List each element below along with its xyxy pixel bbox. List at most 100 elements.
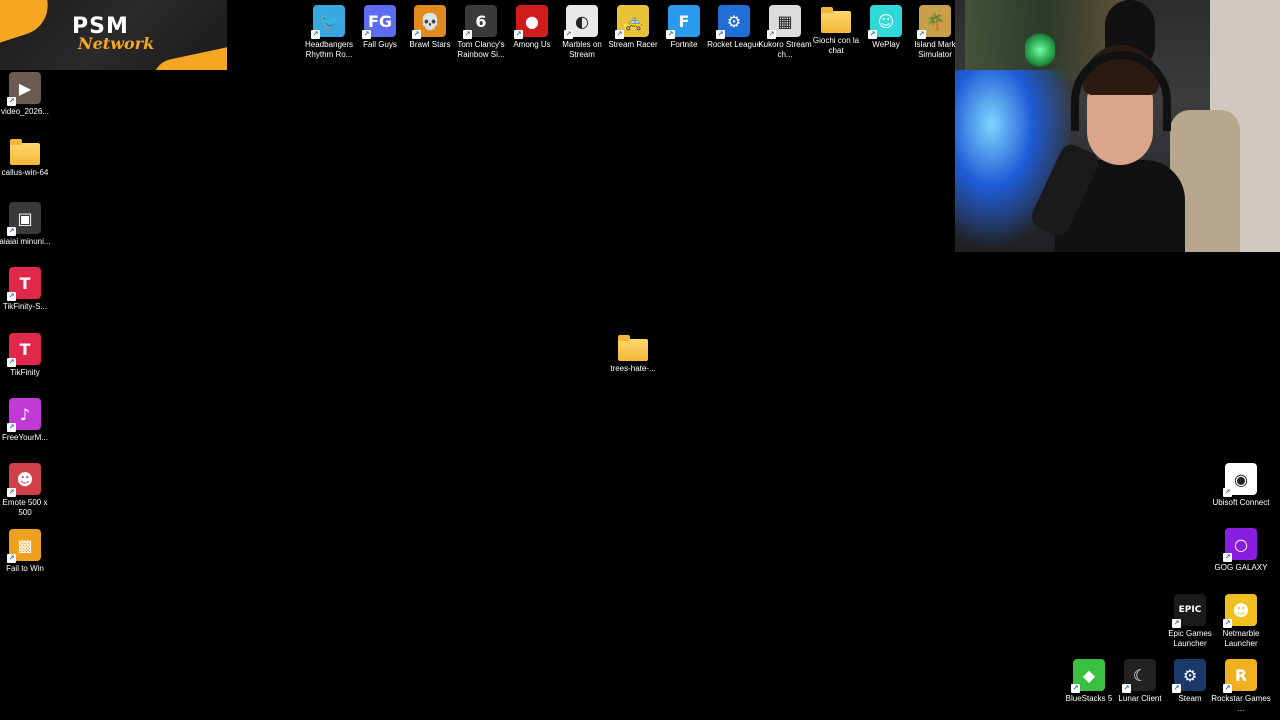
shortcut-label: Rockstar Games ...	[1211, 694, 1271, 713]
orange-splash	[0, 0, 56, 44]
fail-to-win-icon: ▩ ↗	[7, 529, 41, 563]
shortcut-arrow-icon: ↗	[1223, 619, 1232, 628]
green-light	[1025, 30, 1055, 70]
shortcut-arrow-icon: ↗	[7, 227, 16, 236]
island-market-icon: 🌴 ↗	[917, 5, 951, 39]
shortcut-arrow-icon: ↗	[7, 554, 16, 563]
desktop-shortcut[interactable]: ☻ ↗ Emote 500 x 500	[0, 463, 50, 518]
among-us-icon: ● ↗	[514, 5, 548, 39]
desktop-shortcut[interactable]: 🌴 ↗ Island Mark Simulator	[910, 5, 960, 60]
desktop-shortcut[interactable]: ⚙ ↗ Rocket League	[707, 5, 761, 50]
shortcut-arrow-icon: ↗	[716, 30, 725, 39]
desktop-shortcut[interactable]: EPIC ↗ Epic Games Launcher	[1165, 594, 1215, 649]
folder-icon	[10, 139, 40, 165]
shortcut-arrow-icon: ↗	[311, 30, 320, 39]
desktop-shortcut[interactable]: ○ ↗ GOG GALAXY	[1215, 528, 1267, 573]
desktop-shortcut[interactable]: ▦ ↗ Kukoro Stream ch...	[758, 5, 812, 60]
shortcut-arrow-icon: ↗	[7, 97, 16, 106]
emote-image-icon: ☻ ↗	[7, 463, 41, 497]
desktop-shortcut[interactable]: ♪ ↗ FreeYourM...	[0, 398, 50, 443]
shortcut-arrow-icon: ↗	[1122, 684, 1131, 693]
shortcut-label: Netmarble Launcher	[1222, 629, 1260, 648]
desktop-shortcut[interactable]: 🚕 ↗ Stream Racer	[608, 5, 658, 50]
desktop-shortcut[interactable]: T ↗ TikFinity-S...	[0, 267, 50, 312]
shortcut-label: trees-hate-...	[610, 364, 656, 373]
desktop-shortcut[interactable]: 🐦 ↗ Headbangers Rhythm Ro...	[304, 5, 354, 60]
shortcut-arrow-icon: ↗	[1071, 684, 1080, 693]
shortcut-arrow-icon: ↗	[564, 30, 573, 39]
shortcut-label: callus-win-64	[1, 168, 49, 177]
shortcut-arrow-icon: ↗	[412, 30, 421, 39]
epic-games-icon: EPIC ↗	[1172, 594, 1206, 628]
desktop-shortcut[interactable]: ● ↗ Among Us	[507, 5, 557, 50]
brawl-stars-icon: 💀 ↗	[412, 5, 446, 39]
shortcut-label: Emote 500 x 500	[2, 498, 48, 517]
stream-logo-overlay: PSM Network	[0, 0, 227, 70]
shortcut-arrow-icon: ↗	[362, 30, 371, 39]
image-file-icon: ▣ ↗	[7, 202, 41, 236]
fortnite-icon: F ↗	[666, 5, 700, 39]
shortcut-label: TikFinity	[10, 368, 40, 377]
shortcut-arrow-icon: ↗	[514, 30, 523, 39]
desktop-shortcut[interactable]: 6 ↗ Tom Clancy's Rainbow Si...	[456, 5, 506, 60]
stream-racer-icon: 🚕 ↗	[615, 5, 649, 39]
desktop-shortcut[interactable]: ⚙ ↗ Steam	[1165, 659, 1215, 704]
shortcut-label: Ubisoft Connect	[1212, 498, 1270, 507]
shortcut-arrow-icon: ↗	[1223, 553, 1232, 562]
video-file-icon: ▶ ↗	[7, 72, 41, 106]
shortcut-arrow-icon: ↗	[615, 30, 624, 39]
shortcut-arrow-icon: ↗	[7, 423, 16, 432]
shortcut-arrow-icon: ↗	[1172, 619, 1181, 628]
desktop-shortcut[interactable]: Giochi con la chat	[811, 5, 861, 56]
rocket-league-icon: ⚙ ↗	[716, 5, 750, 39]
desktop-shortcut[interactable]: ☻ ↗ Netmarble Launcher	[1216, 594, 1266, 649]
kukoro-icon: ▦ ↗	[767, 5, 801, 39]
shortcut-arrow-icon: ↗	[463, 30, 472, 39]
shortcut-arrow-icon: ↗	[1223, 488, 1232, 497]
desktop-shortcut[interactable]: ◉ ↗ Ubisoft Connect	[1213, 463, 1269, 508]
rockstar-icon: R ↗	[1223, 659, 1257, 693]
shortcut-arrow-icon: ↗	[7, 292, 16, 301]
shortcut-label: aiaiai minuni...	[0, 237, 51, 246]
tikfinity-icon: T ↗	[7, 333, 41, 367]
shortcut-arrow-icon: ↗	[1172, 684, 1181, 693]
desktop-shortcut[interactable]: ◐ ↗ Marbles on Stream	[557, 5, 607, 60]
orange-splash	[150, 44, 227, 70]
desktop-shortcut[interactable]: F ↗ Fortnite	[659, 5, 709, 50]
weplay-icon: ☺ ↗	[868, 5, 902, 39]
desktop-shortcut[interactable]: ☾ ↗ Lunar Client	[1115, 659, 1165, 704]
headbangers-icon: 🐦 ↗	[311, 5, 345, 39]
shortcut-label: video_2026...	[0, 107, 50, 116]
shortcut-arrow-icon: ↗	[1223, 684, 1232, 693]
folder-icon	[821, 7, 851, 33]
desktop-shortcut[interactable]: R ↗ Rockstar Games ...	[1211, 659, 1271, 714]
shortcut-label: Island Mark Simulator	[914, 40, 956, 59]
desktop-shortcut[interactable]: callus-win-64	[0, 137, 50, 178]
tikfinity-icon: T ↗	[7, 267, 41, 301]
shortcut-arrow-icon: ↗	[868, 30, 877, 39]
desktop-shortcut[interactable]: 💀 ↗ Brawl Stars	[405, 5, 455, 50]
shortcut-label: Fail to Win	[6, 564, 44, 573]
folder-icon	[618, 335, 648, 361]
freeyourmusic-icon: ♪ ↗	[7, 398, 41, 432]
shortcut-arrow-icon: ↗	[767, 30, 776, 39]
logo-sub-text: Network	[78, 34, 155, 53]
shortcut-arrow-icon: ↗	[7, 358, 16, 367]
shortcut-arrow-icon: ↗	[917, 30, 926, 39]
rainbow-six-icon: 6 ↗	[463, 5, 497, 39]
desktop-shortcut[interactable]: ▶ ↗ video_2026...	[0, 72, 50, 117]
fall-guys-icon: FG ↗	[362, 5, 396, 39]
shortcut-arrow-icon: ↗	[666, 30, 675, 39]
gog-galaxy-icon: ○ ↗	[1223, 528, 1257, 562]
desktop-shortcut[interactable]: T ↗ TikFinity	[0, 333, 50, 378]
shortcut-label: GOG GALAXY	[1214, 563, 1268, 572]
desktop-shortcut[interactable]: ▣ ↗ aiaiai minuni...	[0, 202, 51, 247]
shortcut-arrow-icon: ↗	[7, 488, 16, 497]
desktop-shortcut[interactable]: trees-hate-...	[608, 333, 658, 374]
desktop-shortcut[interactable]: FG ↗ Fall Guys	[355, 5, 405, 50]
shortcut-label: FreeYourM...	[2, 433, 48, 442]
lunar-client-icon: ☾ ↗	[1122, 659, 1156, 693]
desktop-shortcut[interactable]: ☺ ↗ WePlay	[861, 5, 911, 50]
desktop-shortcut[interactable]: ▩ ↗ Fail to Win	[0, 529, 50, 574]
desktop-shortcut[interactable]: ◆ ↗ BlueStacks 5	[1064, 659, 1114, 704]
